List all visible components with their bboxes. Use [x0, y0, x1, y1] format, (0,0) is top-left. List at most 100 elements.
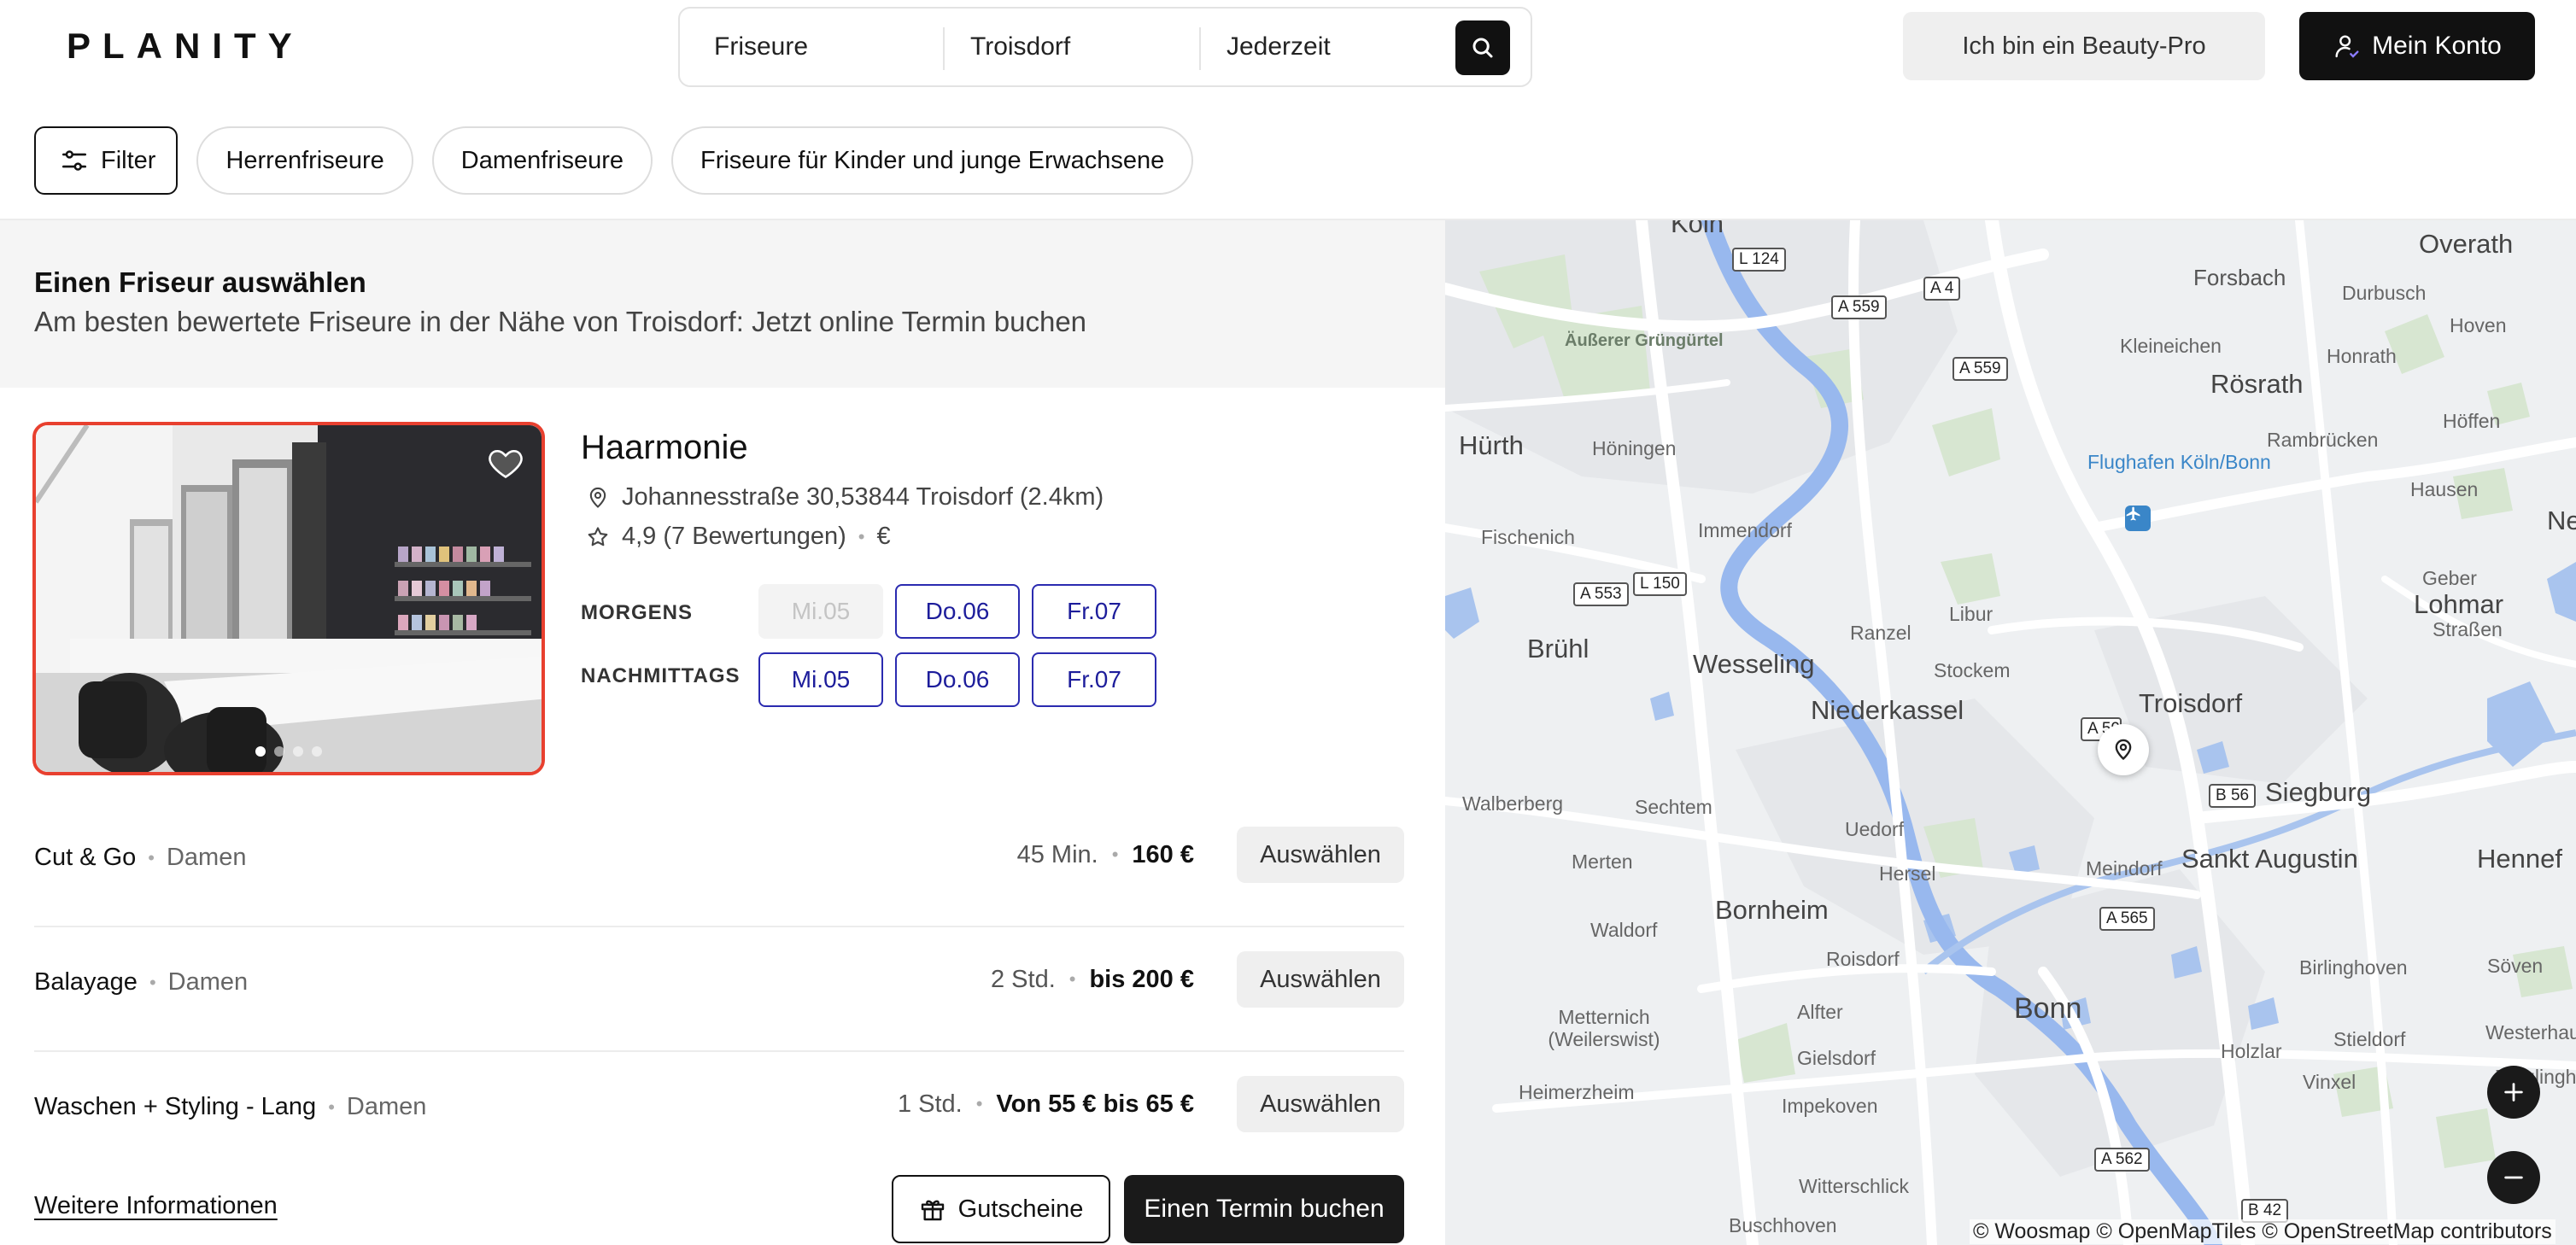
my-account-button[interactable]: Mein Konto [2299, 12, 2535, 80]
map-label-kleineichen: Kleineichen [2120, 335, 2222, 357]
carousel-dots [36, 746, 542, 757]
location-pin-icon [589, 487, 606, 508]
slot-afternoon-do06[interactable]: Do.06 [895, 652, 1020, 707]
map-label-hoeffen: Höffen [2443, 410, 2501, 432]
planity-logo[interactable]: PLANITY [67, 26, 304, 67]
map-label-westerhausen: Westerhausen [2485, 1021, 2576, 1043]
map-label-uedorf: Uedorf [1845, 818, 1905, 840]
map-label-waldorf: Waldorf [1590, 919, 1658, 941]
service-name-group: Balayage • Damen [34, 968, 248, 997]
road-shield: L 124 [1732, 248, 1786, 272]
map-label-rambruecken: Rambrücken [2267, 429, 2379, 451]
slot-morning-fr07[interactable]: Fr.07 [1032, 584, 1156, 639]
separator-dot: • [858, 525, 865, 547]
search-time-field[interactable]: Jederzeit [1227, 9, 1440, 85]
separator-dot: • [148, 846, 155, 868]
map-label-fischenich: Fischenich [1481, 526, 1575, 548]
service-row: Cut & Go • Damen 45 Min. • 160 € Auswähl… [34, 801, 1404, 926]
map-label-roisdorf: Roisdorf [1826, 948, 1900, 970]
map-label-roesrath: Rösrath [2210, 369, 2304, 399]
road-shield: A 559 [1831, 295, 1887, 319]
select-service-button[interactable]: Auswählen [1237, 827, 1404, 883]
map-label-sankt-augustin: Sankt Augustin [2181, 844, 2358, 874]
service-price: bis 200 € [1089, 965, 1194, 993]
slot-afternoon-mi05[interactable]: Mi.05 [758, 652, 883, 707]
service-category: Damen [346, 1093, 427, 1120]
map-label-hoven: Hoven [2450, 314, 2507, 336]
map-label-strassen: Straßen [2433, 618, 2503, 640]
airport-icon [2125, 506, 2151, 531]
map-label-ne: Ne [2547, 506, 2576, 535]
chip-herrenfriseure[interactable]: Herrenfriseure [196, 126, 413, 195]
service-meta: 45 Min. • 160 € Auswählen [1017, 827, 1404, 883]
salon-rating: 4,9 (7 Bewertungen) • € [586, 523, 891, 551]
separator-dot: • [1111, 844, 1119, 865]
map-label-heimerzheim: Heimerzheim [1519, 1081, 1635, 1103]
salon-rating-text: 4,9 (7 Bewertungen) [622, 523, 846, 550]
search-service-field[interactable]: Friseure [714, 9, 928, 85]
map-attribution[interactable]: © Woosmap © OpenMapTiles © OpenStreetMap… [1970, 1219, 2556, 1244]
service-row: Balayage • Damen 2 Std. • bis 200 € Ausw… [34, 926, 1404, 1050]
select-service-button[interactable]: Auswählen [1237, 951, 1404, 1008]
slot-morning-do06[interactable]: Do.06 [895, 584, 1020, 639]
zoom-out-button[interactable] [2487, 1151, 2540, 1204]
map-label-vinxel: Vinxel [2303, 1071, 2356, 1093]
map-label-merten: Merten [1572, 850, 1633, 873]
road-shield: A 562 [2094, 1148, 2150, 1172]
map-label-troisdorf: Troisdorf [2139, 688, 2243, 718]
gift-icon [921, 1200, 944, 1221]
location-pin-icon [2115, 739, 2132, 761]
slot-afternoon-fr07[interactable]: Fr.07 [1032, 652, 1156, 707]
vouchers-button[interactable]: Gutscheine [892, 1175, 1110, 1243]
map-label-buschhoven: Buschhoven [1729, 1214, 1837, 1236]
map-label-holzlar: Holzlar [2221, 1040, 2282, 1062]
map-label-lohmar: Lohmar [2414, 589, 2504, 619]
map-label-birlinghoven: Birlinghoven [2299, 956, 2408, 979]
map-label-bonn: Bonn [2014, 992, 2082, 1025]
map-label-hausen: Hausen [2410, 478, 2479, 500]
carousel-dot[interactable] [274, 746, 284, 757]
carousel-dot[interactable] [293, 746, 303, 757]
road-shield: A 565 [2099, 907, 2155, 931]
carousel-dot[interactable] [312, 746, 322, 757]
zoom-in-button[interactable] [2487, 1066, 2540, 1119]
map-label-forsbach: Forsbach [2193, 265, 2286, 290]
chip-kinderfriseure[interactable]: Friseure für Kinder und junge Erwachsene [670, 126, 1194, 195]
map-label-siegburg: Siegburg [2265, 777, 2372, 807]
salon-photo-carousel[interactable] [32, 422, 545, 775]
results-title: Einen Friseur auswählen [34, 266, 366, 298]
filter-button[interactable]: Filter [34, 126, 179, 195]
map-label-gruenguertel: Äußerer Grüngürtel [1565, 331, 1724, 350]
service-category: Damen [166, 844, 247, 871]
salon-name[interactable]: Haarmonie [581, 429, 748, 467]
map-label-hersel: Hersel [1879, 862, 1936, 885]
salon-map-pin[interactable] [2098, 724, 2149, 775]
beauty-pro-button[interactable]: Ich bin ein Beauty-Pro [1903, 12, 2265, 80]
map-label-durbusch: Durbusch [2342, 282, 2427, 304]
favorite-heart-icon[interactable] [487, 444, 524, 486]
select-service-button[interactable]: Auswählen [1237, 1076, 1404, 1132]
book-appointment-button[interactable]: Einen Termin buchen [1124, 1175, 1404, 1243]
road-shield: A 4 [1923, 277, 1961, 301]
user-icon [2335, 35, 2359, 58]
separator-dot: • [328, 1096, 335, 1118]
minus-icon [2504, 1176, 2523, 1179]
map-label-airport: Flughafen Köln/Bonn [2087, 451, 2271, 473]
more-info-link[interactable]: Weitere Informationen [34, 1192, 278, 1220]
my-account-label: Mein Konto [2372, 32, 2502, 60]
road-shield: A 553 [1573, 582, 1629, 606]
slot-morning-mi05: Mi.05 [758, 584, 883, 639]
map-label-bruehl: Brühl [1527, 634, 1590, 663]
search-location-field[interactable]: Troisdorf [970, 9, 1184, 85]
chip-damenfriseure[interactable]: Damenfriseure [431, 126, 653, 195]
road-shield: B 56 [2209, 784, 2257, 808]
afternoon-slots-label: NACHMITTAGS [581, 664, 741, 687]
salon-address-text: Johannesstraße 30,53844 Troisdorf (2.4km… [622, 483, 1104, 511]
separator-dot: • [1068, 968, 1076, 990]
search-button[interactable] [1455, 20, 1510, 75]
carousel-dot[interactable] [255, 746, 266, 757]
salon-photo [36, 425, 542, 772]
service-name: Balayage [34, 968, 138, 996]
map-label-sechtem: Sechtem [1635, 796, 1712, 818]
map-view[interactable]: Köln Overath Forsbach Durbusch Hoven Kle… [1445, 220, 2576, 1245]
